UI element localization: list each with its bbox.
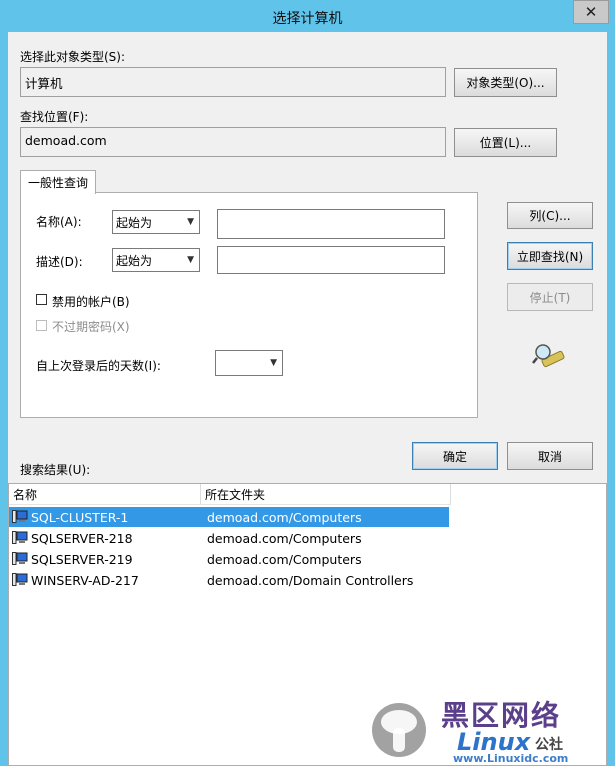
description-match-value: 起始为 <box>116 253 153 268</box>
close-button[interactable]: ✕ <box>573 0 609 24</box>
chevron-down-icon: ▼ <box>270 358 277 368</box>
disabled-accounts-checkbox[interactable] <box>36 294 47 305</box>
title-bar[interactable]: 选择计算机 ✕ <box>0 0 615 32</box>
result-folder: demoad.com/Computers <box>207 530 362 546</box>
linux-penguin-icon <box>372 703 426 757</box>
result-name: SQL-CLUSTER-1 <box>31 509 129 525</box>
table-row[interactable]: SQLSERVER-219 demoad.com/Computers <box>9 549 449 569</box>
column-header-folder[interactable]: 所在文件夹 <box>201 484 451 505</box>
object-types-button[interactable]: 对象类型(O)... <box>454 68 557 97</box>
days-since-logon-select[interactable]: ▼ <box>215 350 283 376</box>
window-title: 选择计算机 <box>272 11 343 27</box>
table-row[interactable]: SQLSERVER-218 demoad.com/Computers <box>9 528 449 548</box>
watermark-logo: 黑区网络 Linux 公社 www.Linuxidc.com <box>369 694 601 765</box>
locations-button[interactable]: 位置(L)... <box>454 128 557 157</box>
result-name: SQLSERVER-218 <box>31 530 133 546</box>
object-type-label: 选择此对象类型(S): <box>20 50 126 64</box>
computer-icon <box>12 510 28 523</box>
watermark-site-text: www.Linuxidc.com <box>453 752 569 765</box>
dialog-client-area: 选择此对象类型(S): 计算机 对象类型(O)... 查找位置(F): demo… <box>8 32 607 766</box>
result-folder: demoad.com/Domain Controllers <box>207 572 414 588</box>
result-folder: demoad.com/Computers <box>207 551 362 567</box>
cancel-button[interactable]: 取消 <box>507 442 593 470</box>
result-name: WINSERV-AD-217 <box>31 572 139 588</box>
tab-common-queries[interactable]: 一般性查询 <box>20 170 96 194</box>
result-folder: demoad.com/Computers <box>207 509 362 525</box>
chevron-down-icon: ▼ <box>187 217 194 227</box>
non-expiring-password-checkbox[interactable] <box>36 320 47 331</box>
name-label: 名称(A): <box>36 215 82 229</box>
computer-icon <box>12 552 28 565</box>
search-results-label: 搜索结果(U): <box>20 463 91 477</box>
disabled-accounts-label: 禁用的帐户(B) <box>52 295 130 309</box>
columns-button[interactable]: 列(C)... <box>507 202 593 229</box>
tab-common-queries-label: 一般性查询 <box>27 176 88 190</box>
chevron-down-icon: ▼ <box>187 255 194 265</box>
non-expiring-password-label: 不过期密码(X) <box>52 320 130 334</box>
table-row[interactable]: SQL-CLUSTER-1 demoad.com/Computers <box>9 507 449 527</box>
location-field: demoad.com <box>20 127 446 157</box>
column-header-name[interactable]: 名称 <box>9 484 201 505</box>
computer-icon <box>12 531 28 544</box>
description-input[interactable] <box>217 246 445 274</box>
name-input[interactable] <box>217 209 445 239</box>
description-label: 描述(D): <box>36 255 83 269</box>
watermark-corner-text: 公社 <box>535 737 563 753</box>
find-now-button[interactable]: 立即查找(N) <box>507 242 593 270</box>
stop-button[interactable]: 停止(T) <box>507 283 593 311</box>
result-name: SQLSERVER-219 <box>31 551 133 567</box>
name-match-value: 起始为 <box>116 215 153 230</box>
table-row[interactable]: WINSERV-AD-217 demoad.com/Domain Control… <box>9 570 449 590</box>
location-label: 查找位置(F): <box>20 110 89 124</box>
search-magnifier-icon <box>532 344 565 368</box>
description-match-select[interactable]: 起始为 ▼ <box>112 248 200 272</box>
close-icon: ✕ <box>584 3 598 21</box>
ok-button[interactable]: 确定 <box>412 442 498 470</box>
name-match-select[interactable]: 起始为 ▼ <box>112 210 200 234</box>
domain-controller-icon <box>12 573 28 586</box>
object-type-field: 计算机 <box>20 67 446 97</box>
dialog-window: 选择计算机 ✕ 选择此对象类型(S): 计算机 对象类型(O)... 查找位置(… <box>0 0 615 766</box>
days-since-logon-label: 自上次登录后的天数(I): <box>36 359 161 373</box>
